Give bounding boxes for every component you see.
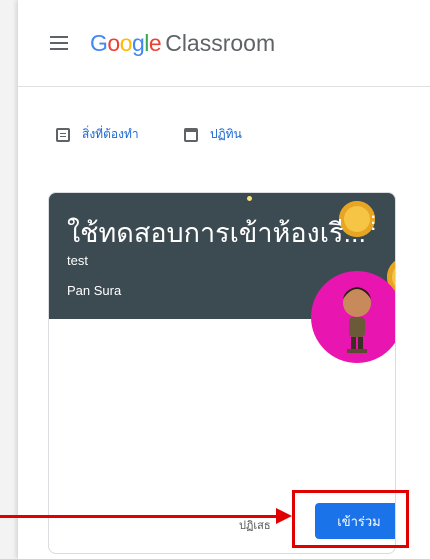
top-app-bar: Google Classroom (18, 0, 430, 87)
calendar-link[interactable]: ปฏิทิน (184, 125, 242, 144)
annotation-arrow-head (276, 508, 292, 524)
more-vert-icon[interactable]: · · · (371, 210, 376, 238)
menu-icon[interactable] (50, 36, 68, 50)
logo-letter: o (119, 30, 133, 56)
calendar-icon (184, 127, 198, 142)
annotation-highlight-box (292, 490, 409, 548)
decline-label[interactable]: ปฏิเสธ (239, 516, 271, 534)
decoration-dot (247, 196, 252, 201)
todo-label: สิ่งที่ต้องทำ (82, 127, 139, 141)
app-logo[interactable]: Google Classroom (90, 30, 275, 57)
todo-link[interactable]: สิ่งที่ต้องทำ (56, 125, 139, 144)
logo-letter: g (131, 30, 145, 56)
todo-icon (56, 127, 70, 142)
annotation-arrow (0, 515, 280, 518)
logo-letter: G (90, 30, 108, 56)
logo-letter: e (148, 30, 162, 56)
logo-product-name: Classroom (165, 30, 276, 56)
avatar (311, 271, 395, 363)
calendar-label: ปฏิทิน (210, 127, 242, 141)
class-title[interactable]: ใช้ทดสอบการเข้าห้องเรี... (67, 211, 366, 254)
class-section: test (67, 253, 88, 268)
teacher-name: Pan Sura (67, 283, 122, 298)
app-window: Google Classroom สิ่งที่ต้องทำ ปฏิทิน ใช้… (18, 0, 430, 559)
logo-letter: o (107, 30, 120, 56)
